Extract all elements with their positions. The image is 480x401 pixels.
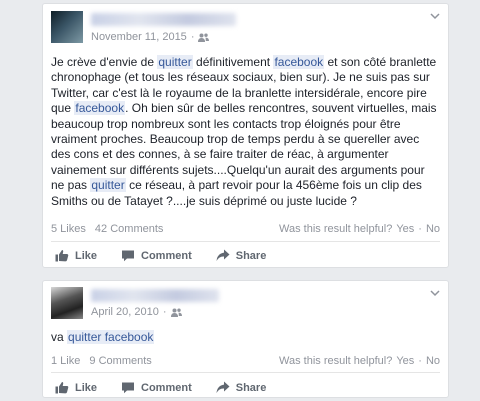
avatar[interactable] (51, 287, 83, 319)
share-button[interactable]: Share (216, 381, 267, 394)
comment-icon (122, 382, 135, 394)
search-term-highlight: quitter facebook (67, 330, 155, 344)
post-date[interactable]: April 20, 2010 (91, 306, 159, 318)
like-label: Like (75, 249, 98, 262)
post-meta: November 11, 2015 · (91, 31, 210, 43)
search-term-highlight: facebook (74, 101, 126, 116)
like-label: Like (75, 381, 98, 394)
helpful-question: Was this result helpful? (279, 355, 393, 367)
helpful-feedback: Was this result helpful? Yes · No (279, 355, 440, 367)
post-stats: 5 Likes 42 Comments Was this result help… (51, 223, 440, 235)
likes-count[interactable]: 5 Likes (51, 223, 86, 235)
share-icon (216, 249, 230, 261)
search-term-highlight: quitter (90, 178, 126, 193)
likes-count[interactable]: 1 Like (51, 355, 80, 367)
share-label: Share (235, 249, 267, 262)
comment-icon (122, 250, 135, 262)
helpful-separator: · (418, 223, 422, 235)
like-button[interactable]: Like (55, 249, 97, 262)
friends-icon[interactable] (198, 33, 210, 42)
share-label: Share (235, 381, 267, 394)
comment-label: Comment (141, 381, 192, 394)
search-term-highlight: facebook (273, 55, 325, 69)
thumbs-up-icon (55, 250, 69, 262)
post-stats: 1 Like 9 Comments Was this result helpfu… (51, 355, 440, 367)
share-icon (216, 381, 230, 393)
post-card: November 11, 2015 · Je crève d'envie de … (42, 3, 449, 268)
author-name-blurred[interactable] (91, 13, 236, 26)
post-date[interactable]: November 11, 2015 (91, 31, 187, 43)
post-actions: Like Comment Share (55, 249, 290, 262)
author-name-blurred[interactable] (91, 289, 219, 302)
comment-label: Comment (141, 249, 192, 262)
divider (51, 241, 440, 242)
post-text: va quitter facebook (51, 330, 155, 344)
divider (51, 372, 440, 373)
friends-icon[interactable] (170, 308, 182, 317)
thumbs-up-icon (55, 382, 69, 394)
comment-button[interactable]: Comment (121, 381, 192, 394)
post-text: Je crève d'envie de quitter définitiveme… (51, 55, 437, 208)
helpful-no-link[interactable]: No (426, 355, 440, 367)
post-card: April 20, 2010 · va quitter facebook 1 L… (42, 280, 449, 398)
share-button[interactable]: Share (216, 249, 267, 262)
post-meta: April 20, 2010 · (91, 306, 182, 318)
helpful-yes-link[interactable]: Yes (396, 223, 414, 235)
avatar[interactable] (51, 11, 83, 43)
comments-count[interactable]: 42 Comments (95, 223, 163, 235)
helpful-separator: · (418, 355, 422, 367)
helpful-no-link[interactable]: No (426, 223, 440, 235)
like-button[interactable]: Like (55, 381, 97, 394)
chevron-down-icon[interactable] (430, 12, 440, 20)
comment-button[interactable]: Comment (121, 249, 192, 262)
helpful-feedback: Was this result helpful? Yes · No (279, 223, 440, 235)
search-term-highlight: quitter (157, 55, 193, 69)
chevron-down-icon[interactable] (430, 289, 440, 297)
meta-separator: · (190, 31, 195, 43)
helpful-question: Was this result helpful? (279, 223, 393, 235)
comments-count[interactable]: 9 Comments (89, 355, 151, 367)
helpful-yes-link[interactable]: Yes (396, 355, 414, 367)
meta-separator: · (162, 306, 167, 318)
post-actions: Like Comment Share (55, 381, 290, 394)
